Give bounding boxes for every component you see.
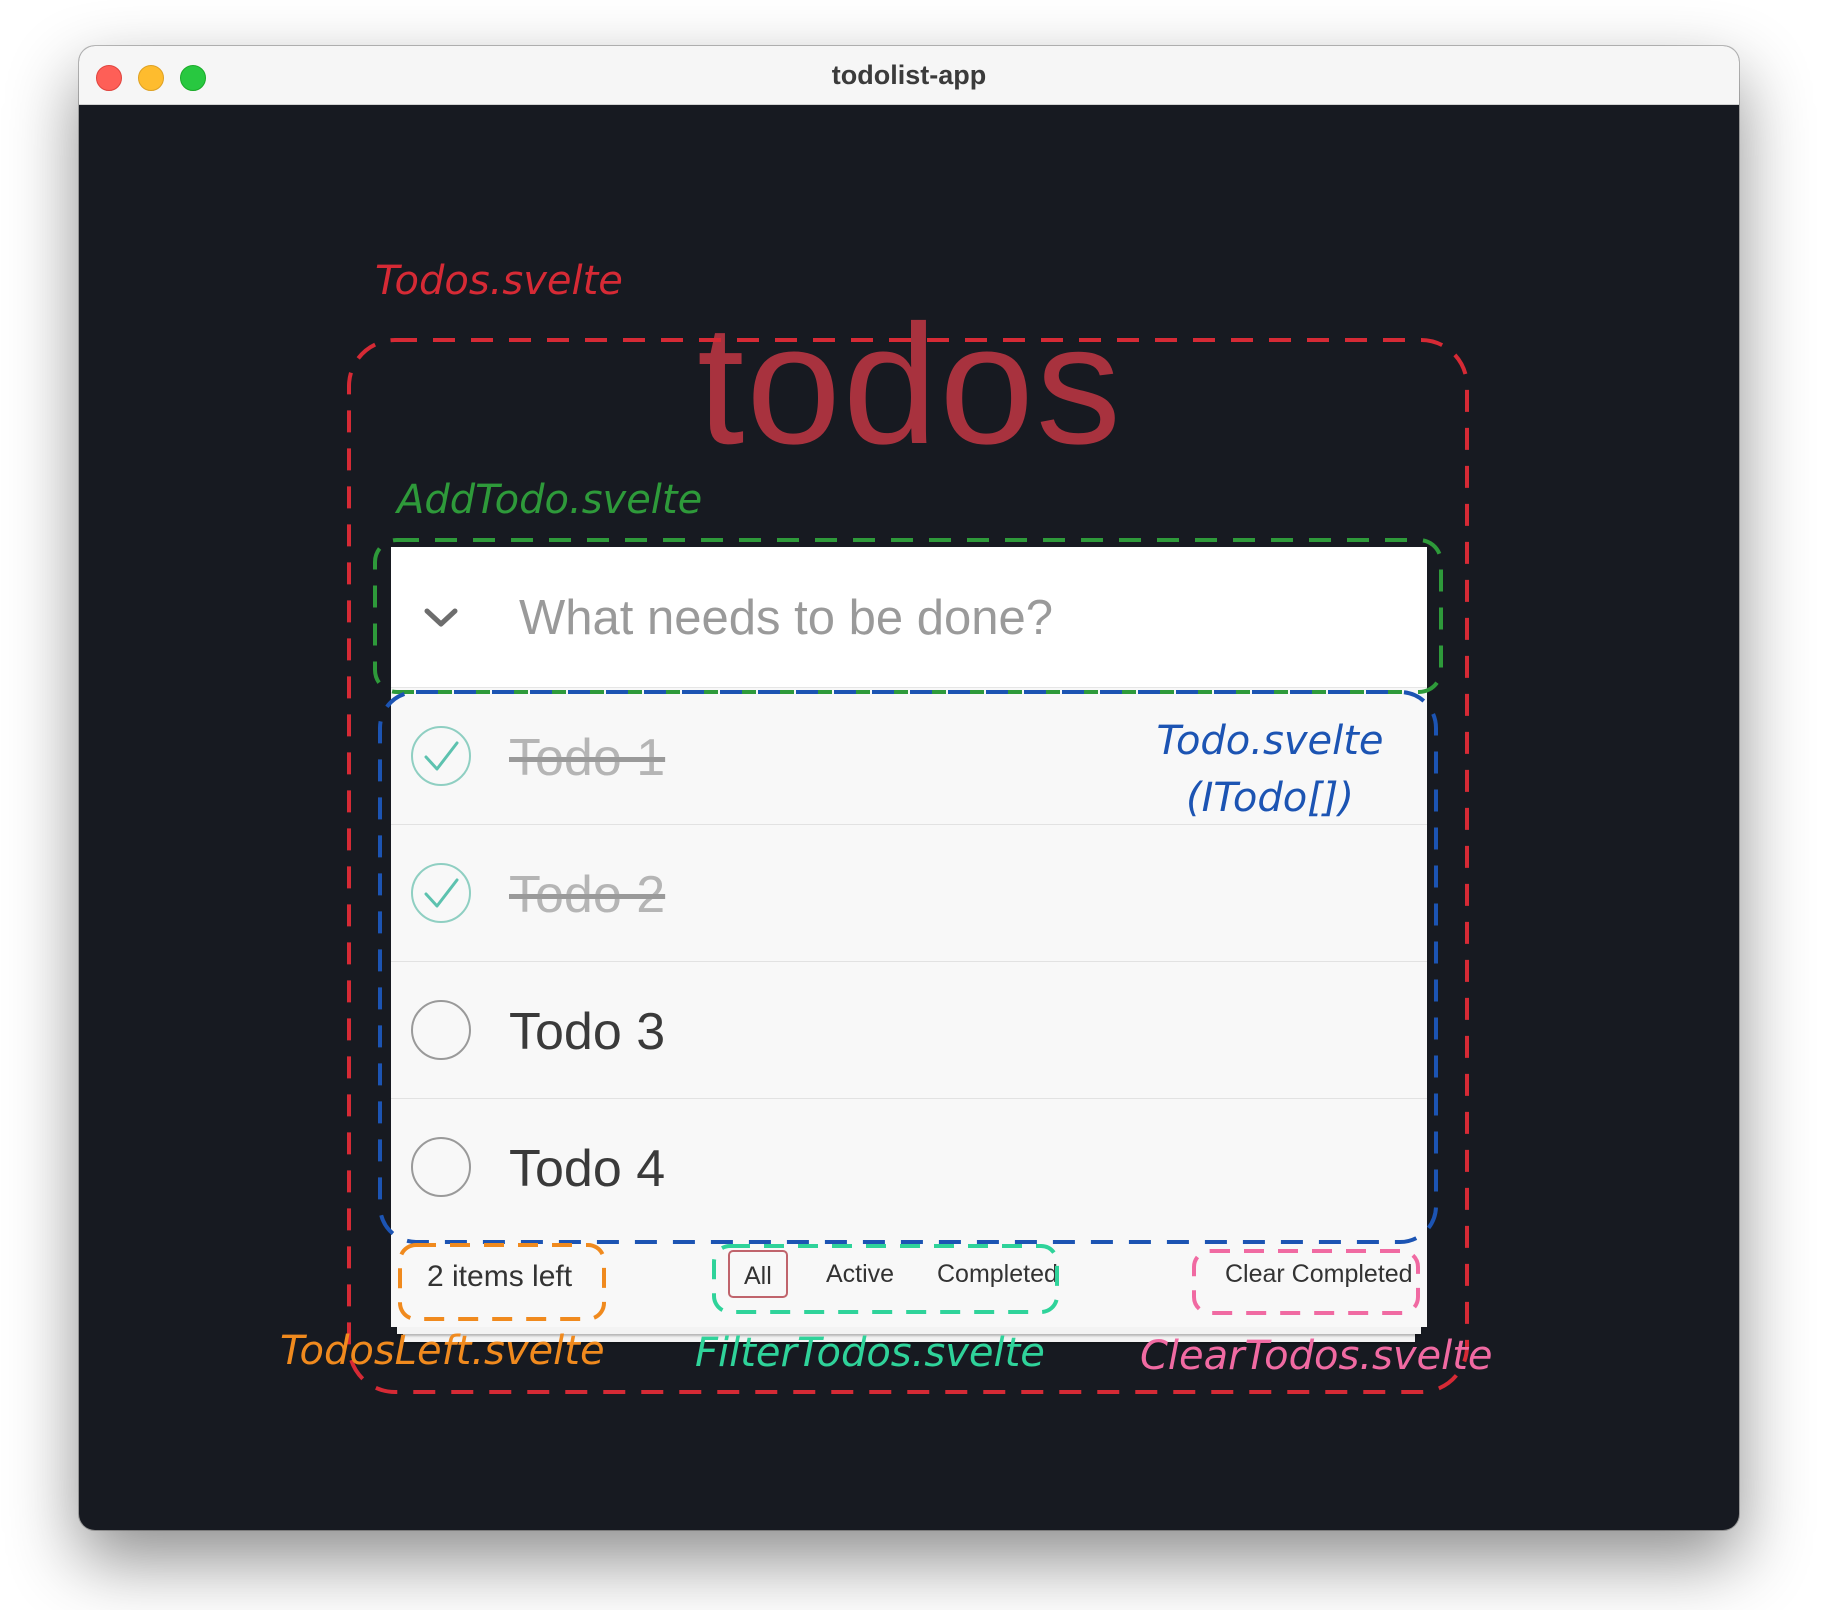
todo-label: Todo 1 bbox=[509, 729, 666, 787]
window-title: todolist-app bbox=[831, 60, 987, 90]
filter-todos-component-label: FilterTodos.svelte bbox=[695, 1330, 1045, 1376]
title-bar: todolist-app bbox=[79, 46, 1739, 105]
clear-completed-button[interactable]: Clear Completed bbox=[1211, 1250, 1427, 1298]
items-left-count: 2 items left bbox=[427, 1260, 573, 1293]
todo-label: Todo 2 bbox=[509, 866, 666, 924]
filter-active-button[interactable]: Active bbox=[812, 1250, 908, 1298]
add-todo-component-label: AddTodo.svelte bbox=[397, 477, 703, 523]
todo-item[interactable]: Todo 3 bbox=[391, 962, 1427, 1099]
filter-completed-button[interactable]: Completed bbox=[923, 1250, 1072, 1298]
chevron-down-icon[interactable] bbox=[421, 599, 461, 635]
todo-label: Todo 3 bbox=[509, 1003, 666, 1061]
new-todo-row bbox=[391, 547, 1427, 688]
todo-item[interactable]: Todo 4 bbox=[391, 1099, 1427, 1236]
todo-component-type-label: (ITodo[]) bbox=[1185, 775, 1355, 821]
todo-footer: 2 items left All Active Completed Clear … bbox=[391, 1234, 1427, 1322]
todo-label: Todo 4 bbox=[509, 1140, 666, 1198]
screenshot-stage: todolist-app todos Todo 1 bbox=[0, 0, 1828, 1610]
todo-item[interactable]: Todo 2 bbox=[391, 825, 1427, 962]
app-heading: todos bbox=[697, 290, 1123, 480]
checked-circle-icon[interactable] bbox=[410, 725, 472, 787]
filter-all-button[interactable]: All bbox=[728, 1250, 788, 1298]
todo-component-label: Todo.svelte bbox=[1156, 718, 1384, 764]
todos-component-label: Todos.svelte bbox=[375, 258, 623, 304]
clear-todos-component-label: ClearTodos.svelte bbox=[1140, 1333, 1493, 1379]
checked-circle-icon[interactable] bbox=[410, 862, 472, 924]
empty-circle-icon[interactable] bbox=[410, 999, 472, 1061]
empty-circle-icon[interactable] bbox=[410, 1136, 472, 1198]
new-todo-input[interactable] bbox=[517, 577, 1401, 659]
todos-left-component-label: TodosLeft.svelte bbox=[280, 1328, 605, 1374]
